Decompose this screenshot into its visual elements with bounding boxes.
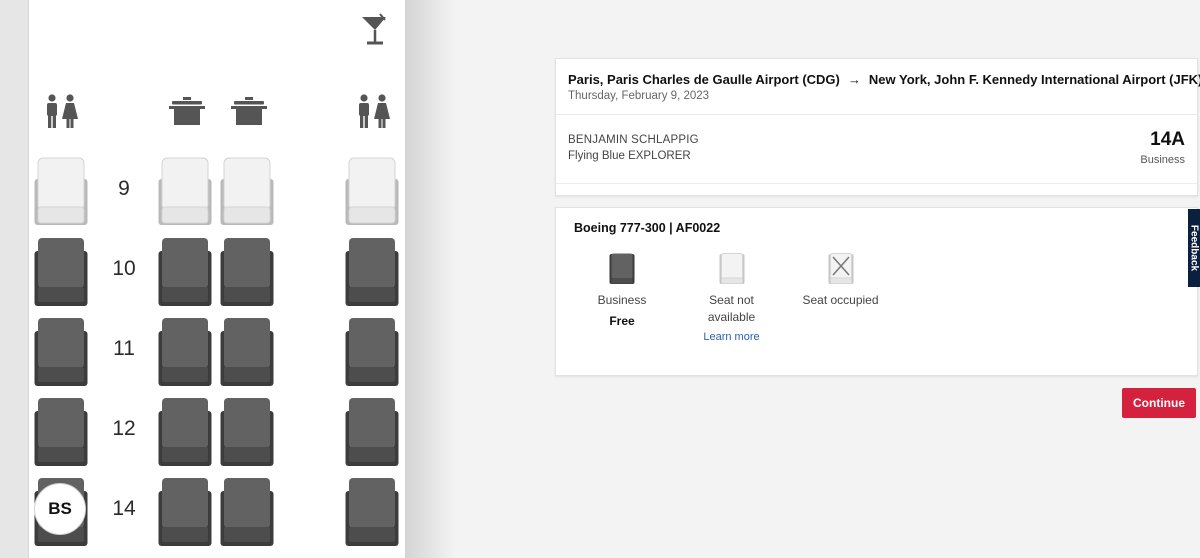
legend-business-price: Free	[609, 314, 635, 328]
seat-11G[interactable]	[220, 317, 274, 387]
learn-more-link[interactable]: Learn more	[692, 331, 772, 343]
lavatory-icon	[359, 94, 390, 128]
legend-business: Business Free	[588, 253, 656, 328]
row-number: 14	[112, 497, 136, 520]
selected-seat-number: 14A	[1150, 129, 1185, 150]
seat-9A[interactable]	[34, 157, 88, 227]
feedback-label: Feedback	[1188, 224, 1200, 272]
seat-14D[interactable]	[158, 477, 212, 547]
legend-occupied: Seat occupied	[796, 253, 886, 309]
divider	[556, 183, 1197, 184]
seat-14G[interactable]	[220, 477, 274, 547]
galley-icon	[169, 97, 205, 125]
flight-card: Paris, Paris Charles de Gaulle Airport (…	[555, 58, 1200, 196]
continue-button[interactable]: Continue	[1122, 388, 1196, 418]
seat-9D[interactable]	[158, 157, 212, 227]
legend-not-available: Seat not available Learn more	[692, 253, 772, 343]
seat-12D[interactable]	[158, 397, 212, 467]
seat-10K[interactable]	[345, 237, 399, 307]
seat-11A[interactable]	[34, 317, 88, 387]
flight-route: Paris, Paris Charles de Gaulle Airport (…	[568, 72, 1200, 87]
legend-occupied-label: Seat occupied	[802, 293, 879, 307]
passenger-tier: Flying Blue EXPLORER	[568, 150, 691, 162]
feedback-tab[interactable]: Feedback	[1188, 209, 1200, 287]
seat-14K[interactable]	[345, 477, 399, 547]
seat-9G[interactable]	[220, 157, 274, 227]
lavatory-icon	[47, 94, 78, 128]
row-number: 11	[113, 337, 135, 360]
arrow-right-icon: →	[847, 72, 861, 87]
row-number: 9	[118, 177, 130, 200]
row-number: 12	[112, 417, 136, 440]
seat-12K[interactable]	[345, 397, 399, 467]
bar-icon	[362, 13, 386, 45]
seat-10D[interactable]	[158, 237, 212, 307]
seat-legend-card: Boeing 777-300 | AF0022 Business Free Se…	[555, 207, 1198, 376]
passenger-initials-badge[interactable]: BS	[34, 483, 86, 535]
selected-seat-cabin: Business	[1140, 154, 1185, 166]
seat-11D[interactable]	[158, 317, 212, 387]
seat-map[interactable]: 9 10 11 12 14 BS	[29, 0, 405, 558]
seat-10A[interactable]	[34, 237, 88, 307]
aircraft-flight-number: Boeing 777-300 | AF0022	[574, 221, 721, 235]
flight-date: Thursday, February 9, 2023	[568, 90, 710, 102]
seat-10G[interactable]	[220, 237, 274, 307]
divider	[556, 114, 1197, 115]
destination-airport: New York, John F. Kennedy International …	[868, 72, 1200, 87]
galley-icon	[231, 97, 267, 125]
seat-occupied-icon	[828, 253, 853, 284]
seat-map-shadow	[405, 0, 455, 558]
seat-9K[interactable]	[345, 157, 399, 227]
business-seat-icon	[609, 253, 635, 284]
passenger-name: BENJAMIN SCHLAPPIG	[568, 134, 699, 146]
seat-unavailable-icon	[719, 253, 744, 284]
seat-11K[interactable]	[345, 317, 399, 387]
legend-not-available-label: Seat not available	[707, 293, 756, 324]
seat-12G[interactable]	[220, 397, 274, 467]
row-number: 10	[112, 257, 136, 280]
legend-business-label: Business	[597, 293, 647, 307]
seat-12A[interactable]	[34, 397, 88, 467]
origin-airport: Paris, Paris Charles de Gaulle Airport (…	[568, 72, 840, 87]
